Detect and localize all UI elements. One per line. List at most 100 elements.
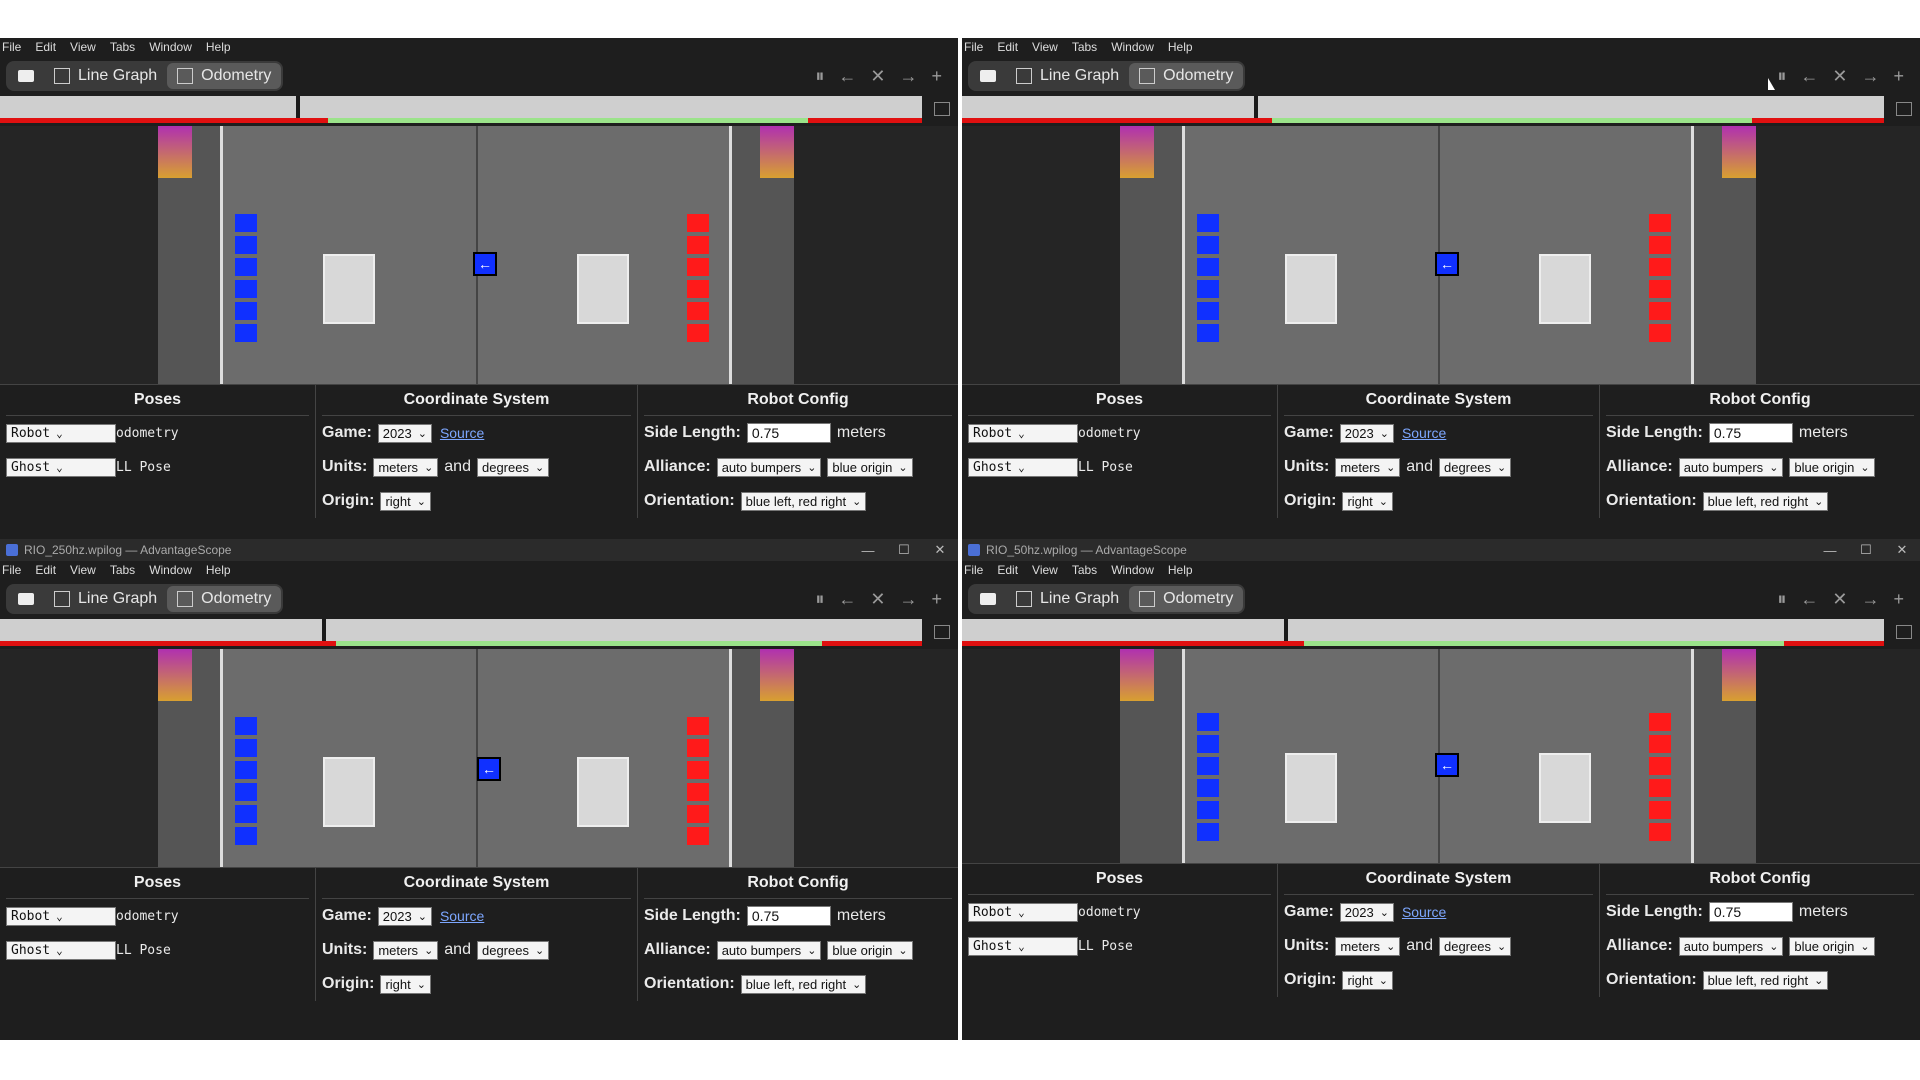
pose2-type-select[interactable]: Ghost [968, 936, 1078, 956]
orientation-select[interactable]: blue left, red right [1702, 970, 1829, 990]
tab-line-graph[interactable]: Line Graph [44, 586, 167, 612]
menu-file[interactable]: File [964, 40, 983, 54]
orientation-select[interactable]: blue left, red right [740, 974, 867, 994]
timeline[interactable] [0, 619, 950, 649]
menu-window[interactable]: Window [149, 40, 192, 54]
game-select[interactable]: 2023 [1339, 423, 1394, 443]
units-distance-select[interactable]: meters [373, 457, 439, 477]
tab-home[interactable] [970, 63, 1006, 89]
tab-odometry[interactable]: Odometry [167, 63, 282, 89]
alliance-origin-select[interactable]: blue origin [827, 457, 913, 477]
timeline[interactable] [962, 619, 1912, 649]
menu-tabs[interactable]: Tabs [1072, 563, 1097, 577]
game-select[interactable]: 2023 [1339, 902, 1394, 922]
menu-file[interactable]: File [964, 563, 983, 577]
alliance-bumpers-select[interactable]: auto bumpers [716, 457, 822, 477]
alliance-bumpers-select[interactable]: auto bumpers [1678, 457, 1784, 477]
tab-odometry[interactable]: Odometry [1129, 63, 1244, 89]
tab-line-graph[interactable]: Line Graph [44, 63, 167, 89]
popout-icon[interactable] [934, 102, 950, 116]
menu-window[interactable]: Window [149, 563, 192, 577]
source-link[interactable]: Source [1402, 904, 1446, 920]
units-angle-select[interactable]: degrees [476, 940, 550, 960]
menu-tabs[interactable]: Tabs [110, 563, 135, 577]
alliance-origin-select[interactable]: blue origin [827, 940, 913, 960]
menu-view[interactable]: View [70, 563, 96, 577]
minimize-icon[interactable]: — [1812, 543, 1848, 558]
source-link[interactable]: Source [1402, 425, 1446, 441]
close-icon[interactable]: ✕ [870, 589, 885, 610]
game-select[interactable]: 2023 [377, 423, 432, 443]
pose1-type-select[interactable]: Robot [968, 902, 1078, 922]
close-icon[interactable]: ✕ [1832, 66, 1847, 87]
window-close-icon[interactable]: ✕ [922, 542, 958, 558]
pose1-type-select[interactable]: Robot [968, 423, 1078, 443]
minimize-icon[interactable]: — [850, 543, 886, 558]
pose2-type-select[interactable]: Ghost [6, 457, 116, 477]
tab-odometry[interactable]: Odometry [167, 586, 282, 612]
pause-icon[interactable]: ⏸ [1777, 66, 1786, 87]
timeline[interactable] [0, 96, 950, 126]
menu-edit[interactable]: Edit [35, 40, 56, 54]
source-link[interactable]: Source [440, 908, 484, 924]
forward-icon[interactable]: → [899, 66, 917, 87]
menu-help[interactable]: Help [206, 563, 231, 577]
units-distance-select[interactable]: meters [1335, 936, 1401, 956]
pose1-type-select[interactable]: Robot [6, 423, 116, 443]
back-icon[interactable]: ← [1800, 589, 1818, 610]
origin-select[interactable]: right [380, 974, 431, 994]
side-length-input[interactable]: 0.75 [1708, 902, 1793, 922]
menu-view[interactable]: View [1032, 563, 1058, 577]
units-angle-select[interactable]: degrees [1438, 457, 1512, 477]
side-length-input[interactable]: 0.75 [1708, 423, 1793, 443]
menu-tabs[interactable]: Tabs [110, 40, 135, 54]
tab-odometry[interactable]: Odometry [1129, 586, 1244, 612]
add-icon[interactable]: + [1893, 66, 1904, 87]
menu-window[interactable]: Window [1111, 40, 1154, 54]
pause-icon[interactable]: ⏸ [815, 66, 824, 87]
origin-select[interactable]: right [380, 491, 431, 511]
tab-line-graph[interactable]: Line Graph [1006, 63, 1129, 89]
menu-tabs[interactable]: Tabs [1072, 40, 1097, 54]
orientation-select[interactable]: blue left, red right [740, 491, 867, 511]
menu-view[interactable]: View [70, 40, 96, 54]
tab-home[interactable] [8, 586, 44, 612]
back-icon[interactable]: ← [1800, 66, 1818, 87]
units-angle-select[interactable]: degrees [476, 457, 550, 477]
source-link[interactable]: Source [440, 425, 484, 441]
game-select[interactable]: 2023 [377, 906, 432, 926]
alliance-bumpers-select[interactable]: auto bumpers [716, 940, 822, 960]
forward-icon[interactable]: → [1861, 66, 1879, 87]
side-length-input[interactable]: 0.75 [746, 423, 831, 443]
popout-icon[interactable] [934, 625, 950, 639]
maximize-icon[interactable]: ☐ [886, 542, 922, 558]
maximize-icon[interactable]: ☐ [1848, 542, 1884, 558]
pause-icon[interactable]: ⏸ [1777, 589, 1786, 610]
popout-icon[interactable] [1896, 625, 1912, 639]
units-angle-select[interactable]: degrees [1438, 936, 1512, 956]
menu-window[interactable]: Window [1111, 563, 1154, 577]
side-length-input[interactable]: 0.75 [746, 906, 831, 926]
menu-file[interactable]: File [2, 563, 21, 577]
alliance-bumpers-select[interactable]: auto bumpers [1678, 936, 1784, 956]
menu-file[interactable]: File [2, 40, 21, 54]
origin-select[interactable]: right [1342, 491, 1393, 511]
pose2-type-select[interactable]: Ghost [6, 940, 116, 960]
window-close-icon[interactable]: ✕ [1884, 542, 1920, 558]
popout-icon[interactable] [1896, 102, 1912, 116]
units-distance-select[interactable]: meters [373, 940, 439, 960]
menu-help[interactable]: Help [1168, 40, 1193, 54]
add-icon[interactable]: + [931, 589, 942, 610]
back-icon[interactable]: ← [838, 589, 856, 610]
origin-select[interactable]: right [1342, 970, 1393, 990]
forward-icon[interactable]: → [899, 589, 917, 610]
menu-help[interactable]: Help [1168, 563, 1193, 577]
pause-icon[interactable]: ⏸ [815, 589, 824, 610]
tab-home[interactable] [970, 586, 1006, 612]
close-icon[interactable]: ✕ [1832, 589, 1847, 610]
orientation-select[interactable]: blue left, red right [1702, 491, 1829, 511]
units-distance-select[interactable]: meters [1335, 457, 1401, 477]
timeline[interactable] [962, 96, 1912, 126]
add-icon[interactable]: + [931, 66, 942, 87]
pose2-type-select[interactable]: Ghost [968, 457, 1078, 477]
